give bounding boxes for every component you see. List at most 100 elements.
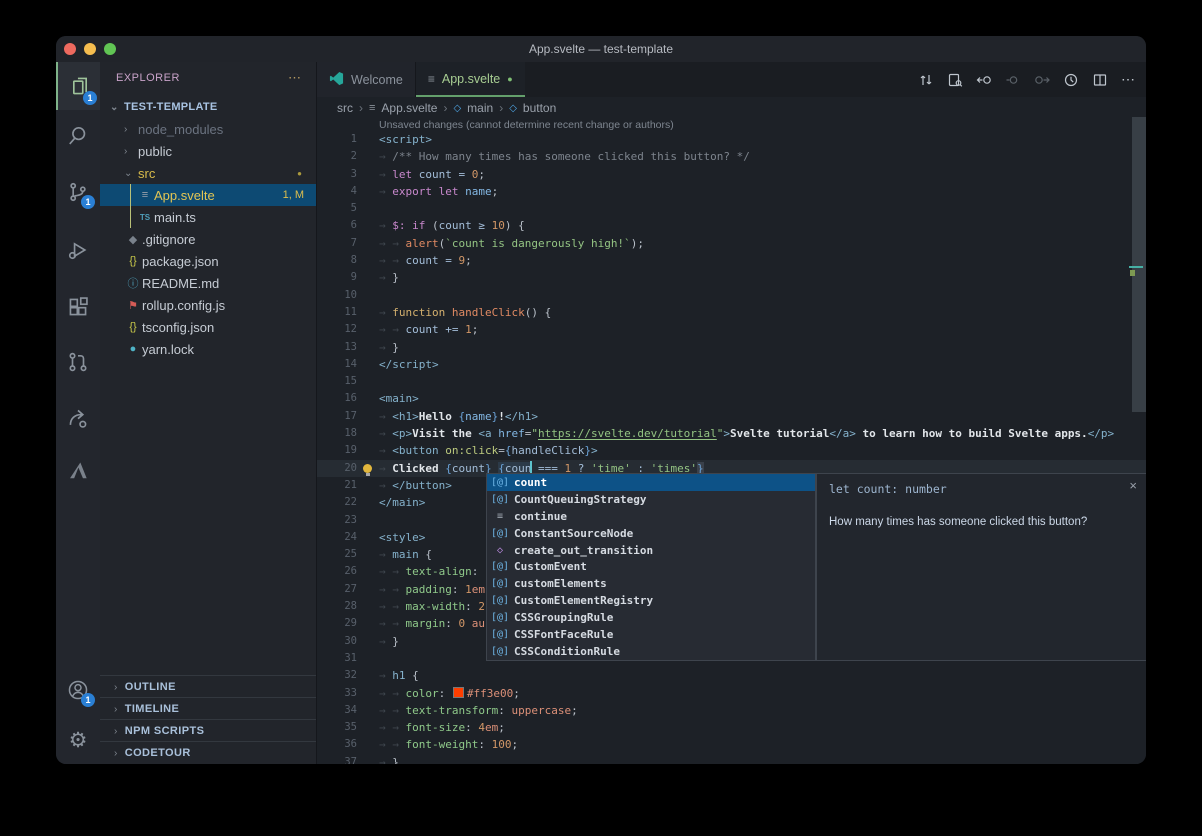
file-row-main.ts[interactable]: TSmain.ts: [100, 206, 316, 228]
section-outline[interactable]: ›OUTLINE: [100, 675, 316, 698]
code-line-5[interactable]: 5: [317, 200, 1146, 217]
code-line-1[interactable]: 1<script>: [317, 131, 1146, 148]
code-line-3[interactable]: 3→ let count = 0;: [317, 166, 1146, 183]
code-line-4[interactable]: 4→ export let name;: [317, 183, 1146, 200]
file-row-public[interactable]: ›public: [100, 140, 316, 162]
activity-run-debug[interactable]: [56, 228, 100, 272]
minimize-window-button[interactable]: [84, 43, 96, 55]
breadcrumb-button[interactable]: button: [523, 101, 556, 115]
code-line-16[interactable]: 16<main>: [317, 390, 1146, 407]
lightbulb-icon[interactable]: [363, 464, 372, 473]
file-row-src[interactable]: ⌄src●: [100, 162, 316, 184]
open-preview-icon[interactable]: [947, 72, 963, 88]
code-line-14[interactable]: 14</script>: [317, 356, 1146, 373]
activity-bar: 1 1: [56, 62, 100, 764]
tab-app-svelte-label: App.svelte: [442, 72, 500, 86]
suggest-item-CustomElementRegistry[interactable]: [@]CustomElementRegistry: [487, 592, 815, 609]
breadcrumb-src[interactable]: src: [337, 101, 353, 115]
split-editor-icon[interactable]: [1092, 72, 1108, 88]
suggest-item-CustomEvent[interactable]: [@]CustomEvent: [487, 558, 815, 575]
activity-search[interactable]: [56, 113, 100, 157]
file-row-README.md[interactable]: ⓘREADME.md: [100, 272, 316, 294]
nav-current-icon[interactable]: [1005, 72, 1021, 88]
editor-group: Welcome ≡ App.svelte ● ⋯: [317, 62, 1146, 764]
suggest-item-continue[interactable]: ≡continue: [487, 508, 815, 525]
line-number: 20: [317, 460, 357, 477]
code-line-35[interactable]: 35→ → font-size: 4em;: [317, 719, 1146, 736]
compare-changes-icon[interactable]: [918, 72, 934, 88]
nav-forward-icon[interactable]: [1034, 72, 1050, 88]
close-window-button[interactable]: [64, 43, 76, 55]
code-line-12[interactable]: 12→ → count += 1;: [317, 321, 1146, 338]
code-line-18[interactable]: 18→ <p>Visit the <a href="https://svelte…: [317, 425, 1146, 442]
package.json-file-icon: {}: [124, 255, 142, 267]
suggest-item-CSSFontFaceRule[interactable]: [@]CSSFontFaceRule: [487, 626, 815, 643]
App.svelte-file-icon: ≡: [136, 189, 154, 201]
suggest-item-create_out_transition[interactable]: ◇create_out_transition: [487, 542, 815, 559]
code-line-10[interactable]: 10: [317, 287, 1146, 304]
activity-azure[interactable]: [56, 448, 100, 492]
code-line-13[interactable]: 13→ }: [317, 339, 1146, 356]
activity-extensions[interactable]: [56, 285, 100, 329]
yarn.lock-file-icon: ●: [124, 343, 142, 355]
code-line-11[interactable]: 11→ function handleClick() {: [317, 304, 1146, 321]
suggest-item-CountQueuingStrategy[interactable]: [@]CountQueuingStrategy: [487, 491, 815, 508]
explorer-more-actions-icon[interactable]: ⋯: [288, 70, 302, 86]
code-line-33[interactable]: 33→ → color: #ff3e00;: [317, 685, 1146, 702]
code-line-36[interactable]: 36→ → font-weight: 100;: [317, 736, 1146, 753]
file-row-.gitignore[interactable]: ◆.gitignore: [100, 228, 316, 250]
file-tree: ›node_modules›public⌄src●≡App.svelte1, M…: [100, 118, 316, 360]
activity-accounts[interactable]: 1: [56, 668, 100, 712]
breadcrumb-app-svelte[interactable]: App.svelte: [381, 101, 437, 115]
section-npm-scripts[interactable]: ›NPM SCRIPTS: [100, 719, 316, 742]
activity-explorer[interactable]: 1: [56, 62, 102, 110]
code-editor[interactable]: Unsaved changes (cannot determine recent…: [317, 119, 1146, 764]
close-icon[interactable]: ×: [1129, 479, 1137, 492]
suggest-item-ConstantSourceNode[interactable]: [@]ConstantSourceNode: [487, 525, 815, 542]
code-line-19[interactable]: 19→ <button on:click={handleClick}>: [317, 442, 1146, 459]
activity-live-share[interactable]: [56, 396, 100, 440]
scrollbar-slider[interactable]: [1132, 117, 1146, 412]
suggest-item-CSSGroupingRule[interactable]: [@]CSSGroupingRule: [487, 609, 815, 626]
zoom-window-button[interactable]: [104, 43, 116, 55]
activity-settings[interactable]: ⚙: [56, 718, 100, 762]
suggest-widget: [@]count[@]CountQueuingStrategy≡continue…: [486, 473, 816, 661]
symbol-variable-icon: [@]: [491, 612, 509, 623]
code-line-2[interactable]: 2→ /** How many times has someone clicke…: [317, 148, 1146, 165]
suggest-item-customElements[interactable]: [@]customElements: [487, 575, 815, 592]
line-number: 31: [317, 650, 357, 667]
section-timeline[interactable]: ›TIMELINE: [100, 697, 316, 720]
section-codetour[interactable]: ›CODETOUR: [100, 741, 316, 764]
code-line-32[interactable]: 32→ h1 {: [317, 667, 1146, 684]
file-row-App.svelte[interactable]: ≡App.svelte1, M: [100, 184, 316, 206]
code-line-7[interactable]: 7→ → alert(`count is dangerously high!`)…: [317, 235, 1146, 252]
suggest-item-CSSConditionRule[interactable]: [@]CSSConditionRule: [487, 643, 815, 660]
file-row-tsconfig.json[interactable]: {}tsconfig.json: [100, 316, 316, 338]
line-number: 3: [317, 166, 357, 183]
activity-github-pull-requests[interactable]: [56, 340, 100, 384]
line-number: 6: [317, 217, 357, 234]
tsconfig.json-file-icon: {}: [124, 321, 142, 333]
chevron-icon: ›: [124, 146, 138, 157]
code-line-34[interactable]: 34→ → text-transform: uppercase;: [317, 702, 1146, 719]
tab-welcome[interactable]: Welcome: [317, 62, 416, 97]
code-line-8[interactable]: 8→ → count = 9;: [317, 252, 1146, 269]
code-line-17[interactable]: 17→ <h1>Hello {name}!</h1>: [317, 408, 1146, 425]
suggest-item-count[interactable]: [@]count: [487, 474, 815, 491]
search-icon: [67, 124, 89, 146]
code-line-9[interactable]: 9→ }: [317, 269, 1146, 286]
code-line-15[interactable]: 15: [317, 373, 1146, 390]
file-row-rollup.config.js[interactable]: ⚑rollup.config.js: [100, 294, 316, 316]
timeline-icon[interactable]: [1063, 72, 1079, 88]
code-line-6[interactable]: 6→ $: if (count ≥ 10) {: [317, 217, 1146, 234]
breadcrumb-main[interactable]: main: [467, 101, 493, 115]
file-row-yarn.lock[interactable]: ●yarn.lock: [100, 338, 316, 360]
file-row-package.json[interactable]: {}package.json: [100, 250, 316, 272]
tab-app-svelte[interactable]: ≡ App.svelte ●: [416, 62, 525, 97]
code-line-37[interactable]: 37→ }: [317, 754, 1146, 764]
nav-back-icon[interactable]: [976, 72, 992, 88]
activity-source-control[interactable]: 1: [56, 170, 100, 214]
explorer-root-folder[interactable]: ⌄ TEST-TEMPLATE: [100, 96, 316, 118]
more-actions-icon[interactable]: ⋯: [1121, 71, 1136, 88]
file-row-node_modules[interactable]: ›node_modules: [100, 118, 316, 140]
